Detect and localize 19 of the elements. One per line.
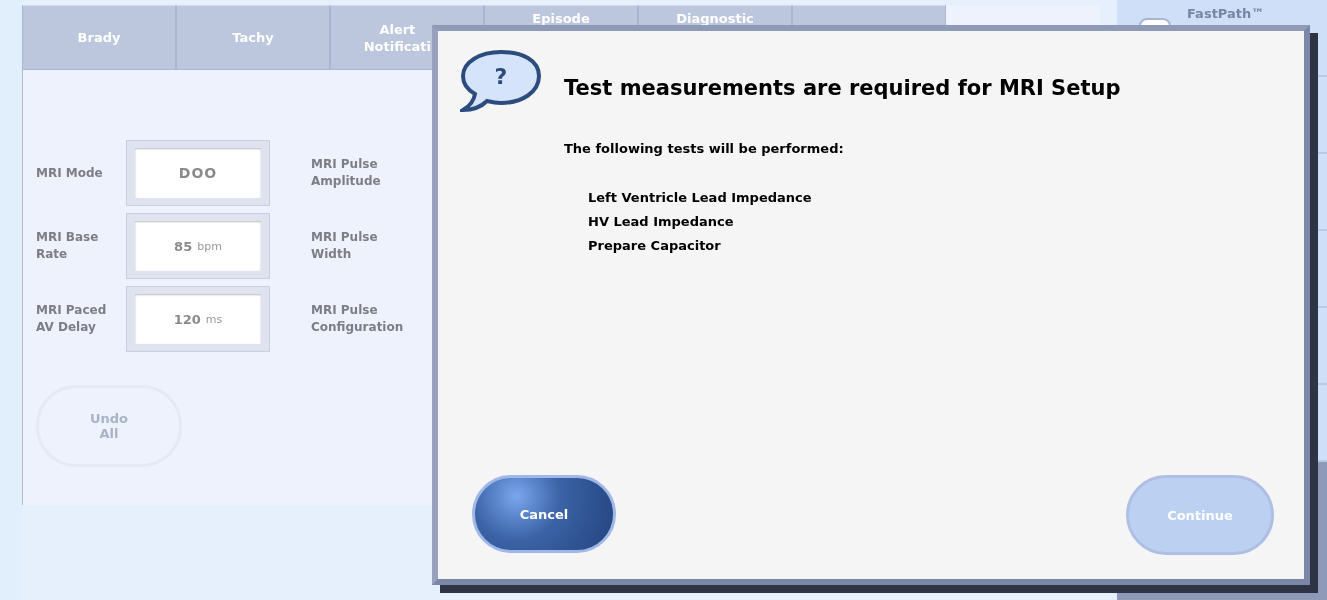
question-mark: ? (494, 64, 508, 89)
setting-label: MRI Pulse Width (311, 229, 379, 263)
value-field[interactable]: DOO (135, 148, 261, 198)
test-item: HV Lead Impedance (588, 214, 735, 229)
value-field[interactable]: 85 bpm (135, 221, 261, 271)
setting-label: MRI Pulse Configuration (311, 302, 405, 336)
dialog-title: Test measurements are required for MRI Setup (564, 76, 1121, 100)
cancel-button[interactable]: Cancel (472, 475, 616, 553)
dialog-subtitle: The following tests will be performed: (564, 141, 845, 156)
setting-label: MRI Mode (35, 164, 104, 182)
value-field[interactable]: 120 ms (135, 294, 261, 344)
test-item: Prepare Capacitor (588, 238, 722, 253)
tab[interactable]: Tachy (176, 5, 330, 70)
test-item: Left Ventricle Lead Impedance (588, 190, 813, 205)
tab[interactable]: Brady (22, 5, 176, 70)
setting-label: MRI Pulse Amplitude (311, 156, 382, 190)
sidebar-label: FastPath™ (1187, 6, 1265, 21)
setting-label: MRI Paced AV Delay (35, 302, 108, 336)
setting-label: MRI Base Rate (35, 229, 100, 263)
